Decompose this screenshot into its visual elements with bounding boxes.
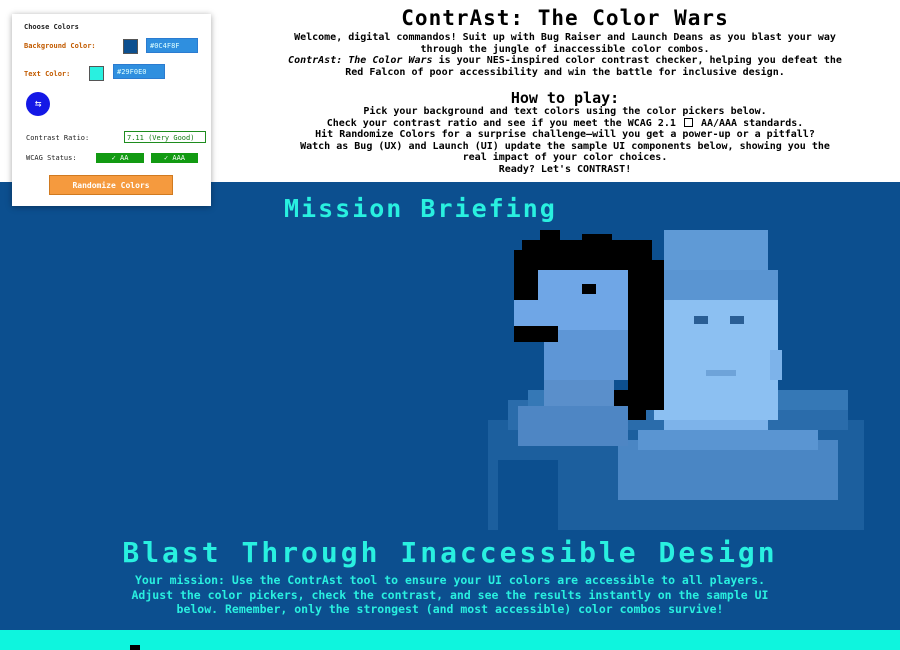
instruction-line: Hit Randomize Colors for a surprise chal…: [315, 129, 815, 140]
blast-title: Blast Through Inaccessible Design: [122, 536, 778, 569]
sample-ui-section-top: [0, 630, 900, 650]
how-to-play-title: How to play:: [510, 89, 620, 107]
instruction-line-rest: AA/AAA standards.: [700, 117, 804, 129]
background-color-input[interactable]: #0C4F8F: [146, 38, 198, 53]
background-color-label: Background Color:: [24, 42, 96, 50]
mission-line: Adjust the color pickers, check the cont…: [131, 587, 769, 602]
mission-briefing-section: Mission Briefing Blast Through Inaccessi…: [0, 182, 900, 630]
app-name-italic: ContrAst: The Color Wars: [288, 55, 433, 66]
pixel-art-characters: [488, 230, 864, 530]
randomize-colors-button[interactable]: Randomize Colors: [49, 175, 173, 195]
contrast-ratio-label: Contrast Ratio:: [26, 134, 90, 142]
partial-glyph: [130, 645, 140, 650]
intro-text: Welcome, digital commandos! Suit up with…: [230, 32, 900, 78]
color-picker-panel: Choose Colors Background Color: #0C4F8F …: [12, 14, 211, 206]
aa-pass-badge: ✓ AA: [96, 153, 144, 163]
wcag-link[interactable]: Check your contrast ratio and see if you…: [327, 118, 676, 129]
instruction-line: Pick your background and text colors usi…: [363, 106, 767, 117]
swap-arrows-icon: ⇆: [34, 97, 42, 110]
contrast-ratio-value: 7.11 (Very Good): [124, 131, 206, 143]
wcag-status-label: WCAG Status:: [26, 154, 77, 162]
mission-description: Your mission: Use the ContrAst tool to e…: [20, 573, 880, 617]
instructions: Pick your background and text colors usi…: [230, 106, 900, 175]
swap-colors-button[interactable]: ⇆: [26, 92, 50, 116]
text-color-swatch[interactable]: [89, 66, 104, 81]
intro-line: ContrAst: The Color Wars is your NES-ins…: [230, 55, 900, 67]
page-title: ContrAst: The Color Wars: [401, 6, 729, 30]
intro-line: through the jungle of inaccessible color…: [420, 43, 710, 55]
instruction-line: Ready? Let's CONTRAST!: [498, 163, 632, 175]
mission-line: Your mission: Use the ContrAst tool to e…: [134, 573, 766, 587]
external-link-icon: [683, 118, 693, 127]
intro-line: Welcome, digital commandos! Suit up with…: [294, 32, 836, 43]
text-color-label: Text Color:: [24, 70, 71, 78]
aaa-pass-badge: ✓ AAA: [151, 153, 198, 163]
intro-line-rest: is your NES-inspired color contrast chec…: [432, 55, 842, 66]
instruction-line: Check your contrast ratio and see if you…: [230, 118, 900, 130]
panel-heading: Choose Colors: [24, 23, 79, 31]
mission-line: below. Remember, only the strongest (and…: [176, 602, 724, 616]
background-color-swatch[interactable]: [123, 39, 138, 54]
instruction-line: Watch as Bug (UX) and Launch (UI) update…: [300, 140, 830, 152]
intro-line: Red Falcon of poor accessibility and win…: [345, 66, 785, 78]
instruction-line: real impact of your color choices.: [462, 152, 668, 163]
text-color-input[interactable]: #29F0E0: [113, 64, 165, 79]
